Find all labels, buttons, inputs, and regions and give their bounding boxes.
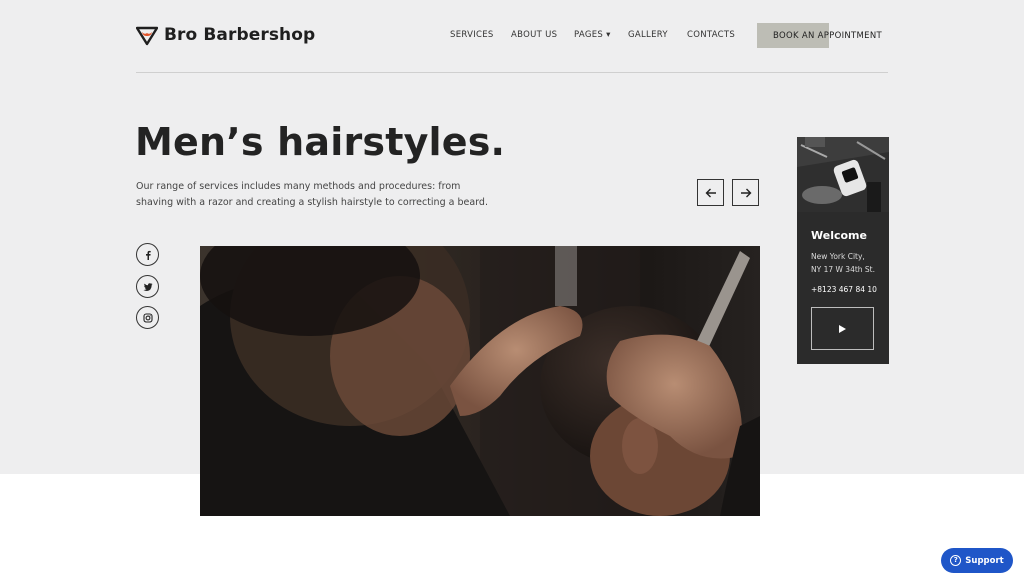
welcome-card: Welcome New York City, NY 17 W 34th St. … — [797, 137, 889, 364]
arrow-right-icon — [740, 188, 751, 197]
barber-logo-icon — [136, 26, 158, 46]
card-title: Welcome — [811, 229, 867, 242]
slider-prev-button[interactable] — [697, 179, 724, 206]
card-address-line1: New York City, — [811, 252, 865, 261]
card-phone[interactable]: +8123 467 84 10 — [811, 285, 877, 294]
slider-next-button[interactable] — [732, 179, 759, 206]
card-address-line2: NY 17 W 34th St. — [811, 265, 876, 274]
barber-tools-image — [797, 137, 889, 212]
brand-name: Bro Barbershop — [164, 25, 316, 45]
nav-about-us[interactable]: ABOUT US — [511, 30, 557, 40]
book-appointment-button[interactable]: BOOK AN APPOINTMENT — [757, 23, 882, 48]
header-divider — [136, 72, 888, 73]
nav-contacts[interactable]: CONTACTS — [687, 30, 735, 40]
nav-pages-dropdown[interactable]: PAGES ▾ — [574, 30, 611, 40]
facebook-link[interactable] — [136, 243, 159, 266]
support-button[interactable]: ? Support — [941, 548, 1013, 573]
brand-logo[interactable]: Bro Barbershop — [136, 24, 315, 46]
twitter-link[interactable] — [136, 275, 159, 298]
instagram-link[interactable] — [136, 306, 159, 329]
barber-scene-image — [200, 246, 760, 516]
book-appointment-label: BOOK AN APPOINTMENT — [773, 31, 882, 41]
support-label: Support — [965, 555, 1004, 566]
twitter-icon — [142, 282, 153, 291]
page-title: Men’s hairstyles. — [135, 120, 506, 164]
help-icon: ? — [950, 555, 962, 566]
hero-description: Our range of services includes many meth… — [136, 181, 488, 208]
arrow-left-icon — [705, 188, 716, 197]
instagram-icon — [142, 312, 153, 323]
play-video-button[interactable] — [811, 307, 874, 350]
play-icon — [839, 324, 846, 333]
nav-gallery[interactable]: GALLERY — [628, 30, 668, 40]
nav-services[interactable]: SERVICES — [450, 30, 494, 40]
card-tools-photo — [797, 137, 889, 212]
facebook-icon — [145, 250, 151, 260]
hero-photo-barber — [200, 246, 760, 516]
